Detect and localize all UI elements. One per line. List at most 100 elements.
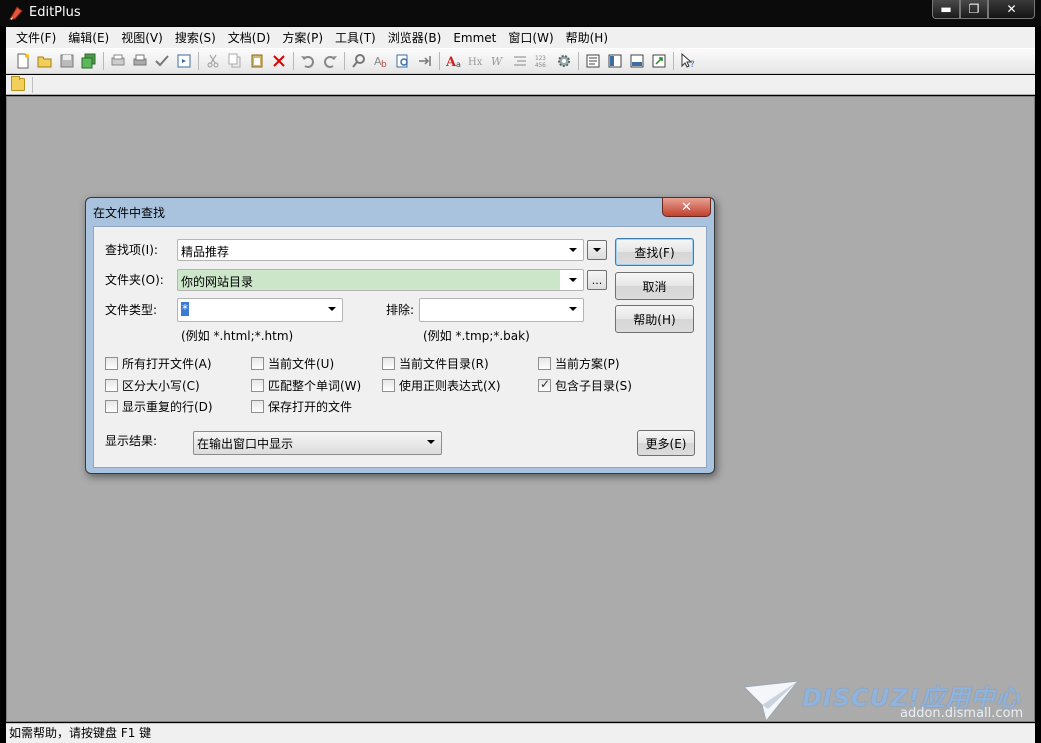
checkbox-show-duplicate-lines[interactable]: 显示重复的行(D) <box>105 398 213 415</box>
menu-search[interactable]: 搜索(S) <box>169 29 222 46</box>
checkbox-box-checked[interactable] <box>538 377 551 392</box>
checkbox-box[interactable] <box>105 379 118 392</box>
checkbox-label: 保存打开的文件 <box>268 400 353 414</box>
chevron-down-icon <box>328 307 336 311</box>
file-type-label: 文件类型: <box>105 303 158 317</box>
browser-icon[interactable] <box>174 51 194 71</box>
checkbox-label: 当前文件(U) <box>268 357 335 371</box>
folder-icon[interactable] <box>11 76 25 91</box>
font-icon[interactable]: Aa <box>444 51 464 71</box>
checkbox-box[interactable] <box>382 357 395 370</box>
checkbox-current-project[interactable]: 当前方案(P) <box>538 355 620 372</box>
copy-icon[interactable] <box>225 51 245 71</box>
new-file-icon[interactable] <box>13 51 33 71</box>
find-button[interactable]: 查找(F) <box>615 238 694 266</box>
show-result-value: 在输出窗口中显示 <box>197 437 294 451</box>
folder-combo[interactable]: 你的网站目录 <box>177 269 584 291</box>
checkbox-current-file-dir[interactable]: 当前文件目录(R) <box>382 355 489 372</box>
menu-tools[interactable]: 工具(T) <box>329 29 382 46</box>
menu-browser[interactable]: 浏览器(B) <box>382 29 448 46</box>
save-icon[interactable] <box>57 51 77 71</box>
checkbox-box[interactable] <box>251 357 264 370</box>
checkbox-whole-word[interactable]: 匹配整个单词(W) <box>251 377 361 394</box>
directory-icon[interactable] <box>605 51 625 71</box>
toolbar-separator <box>439 52 440 70</box>
more-button[interactable]: 更多(E) <box>637 430 695 456</box>
find-history-button[interactable] <box>587 240 607 260</box>
open-icon[interactable] <box>35 51 55 71</box>
find-icon[interactable] <box>349 51 369 71</box>
browse-folder-button[interactable]: ... <box>587 270 607 290</box>
chevron-down-icon <box>569 307 577 311</box>
cancel-button[interactable]: 取消 <box>615 272 694 300</box>
undo-icon[interactable] <box>298 51 318 71</box>
file-type-combo[interactable]: * <box>177 298 343 322</box>
cliptext-icon[interactable] <box>583 51 603 71</box>
checkbox-box[interactable] <box>105 357 118 370</box>
checkbox-box[interactable] <box>251 379 264 392</box>
svg-text:b: b <box>381 60 387 69</box>
editplus-logo-icon <box>9 6 23 20</box>
paste-icon[interactable] <box>247 51 267 71</box>
menu-file[interactable]: 文件(F) <box>10 29 62 46</box>
checkbox-include-subfolders[interactable]: 包含子目录(S) <box>538 377 632 394</box>
dialog-close-button[interactable]: ✕ <box>662 198 711 217</box>
menu-project[interactable]: 方案(P) <box>276 29 329 46</box>
replace-icon[interactable]: Ab <box>371 51 391 71</box>
checkbox-label: 显示重复的行(D) <box>122 400 213 414</box>
checkbox-box[interactable] <box>538 357 551 370</box>
toolbar-separator <box>673 52 674 70</box>
toolbar-separator <box>344 52 345 70</box>
menu-help[interactable]: 帮助(H) <box>560 29 614 46</box>
tab-separator <box>32 77 33 93</box>
minimize-button[interactable]: ▬ <box>932 0 960 19</box>
output-icon[interactable] <box>627 51 647 71</box>
checkbox-box[interactable] <box>105 400 118 413</box>
delete-icon[interactable] <box>269 51 289 71</box>
menu-edit[interactable]: 编辑(E) <box>62 29 115 46</box>
maximize-button[interactable]: ❐ <box>960 0 988 19</box>
svg-text:W: W <box>491 55 504 68</box>
find-in-files-dialog: 在文件中查找 ✕ 查找项(I): 精品推荐 文件夹(O): 你的网站目录 ...… <box>85 197 715 474</box>
menu-emmet[interactable]: Emmet <box>447 31 502 45</box>
help-button[interactable]: 帮助(H) <box>615 305 694 333</box>
svg-text:a: a <box>456 60 461 69</box>
find-in-files-icon[interactable] <box>393 51 413 71</box>
checkbox-regex[interactable]: 使用正则表达式(X) <box>382 377 501 394</box>
cut-icon[interactable] <box>203 51 223 71</box>
redo-icon[interactable] <box>320 51 340 71</box>
show-result-dropdown[interactable]: 在输出窗口中显示 <box>193 431 442 455</box>
hex-icon[interactable]: Hx <box>466 51 486 71</box>
exclude-combo[interactable] <box>419 298 584 322</box>
print-preview-icon[interactable] <box>108 51 128 71</box>
word-wrap-icon[interactable]: W <box>488 51 508 71</box>
menu-document[interactable]: 文档(D) <box>222 29 277 46</box>
checkbox-label: 使用正则表达式(X) <box>399 379 501 393</box>
file-type-hint: (例如 *.html;*.htm) <box>181 329 294 343</box>
settings-icon[interactable] <box>554 51 574 71</box>
indent-icon[interactable] <box>510 51 530 71</box>
toolbar-separator <box>103 52 104 70</box>
checkbox-current-file[interactable]: 当前文件(U) <box>251 355 334 372</box>
find-what-combo[interactable]: 精品推荐 <box>177 239 584 261</box>
toolbar-separator <box>293 52 294 70</box>
help-pointer-icon[interactable]: ? <box>678 51 698 71</box>
spell-check-icon[interactable] <box>152 51 172 71</box>
checkbox-box[interactable] <box>251 400 264 413</box>
checkbox-all-open-files[interactable]: 所有打开文件(A) <box>105 355 212 372</box>
save-all-icon[interactable] <box>79 51 99 71</box>
checkbox-box[interactable] <box>382 379 395 392</box>
fullscreen-icon[interactable] <box>649 51 669 71</box>
checkbox-label: 所有打开文件(A) <box>122 357 212 371</box>
close-button[interactable]: ✕ <box>988 0 1035 19</box>
line-number-icon[interactable]: 123 456 <box>532 51 552 71</box>
window-title: EditPlus <box>29 5 81 20</box>
goto-icon[interactable] <box>415 51 435 71</box>
print-icon[interactable] <box>130 51 150 71</box>
watermark-url: addon.dismall.com <box>900 706 1024 721</box>
checkbox-save-open-files[interactable]: 保存打开的文件 <box>251 398 352 415</box>
menu-window[interactable]: 窗口(W) <box>502 29 559 46</box>
menu-view[interactable]: 视图(V) <box>115 29 169 46</box>
toolbar-separator <box>578 52 579 70</box>
checkbox-match-case[interactable]: 区分大小写(C) <box>105 377 200 394</box>
